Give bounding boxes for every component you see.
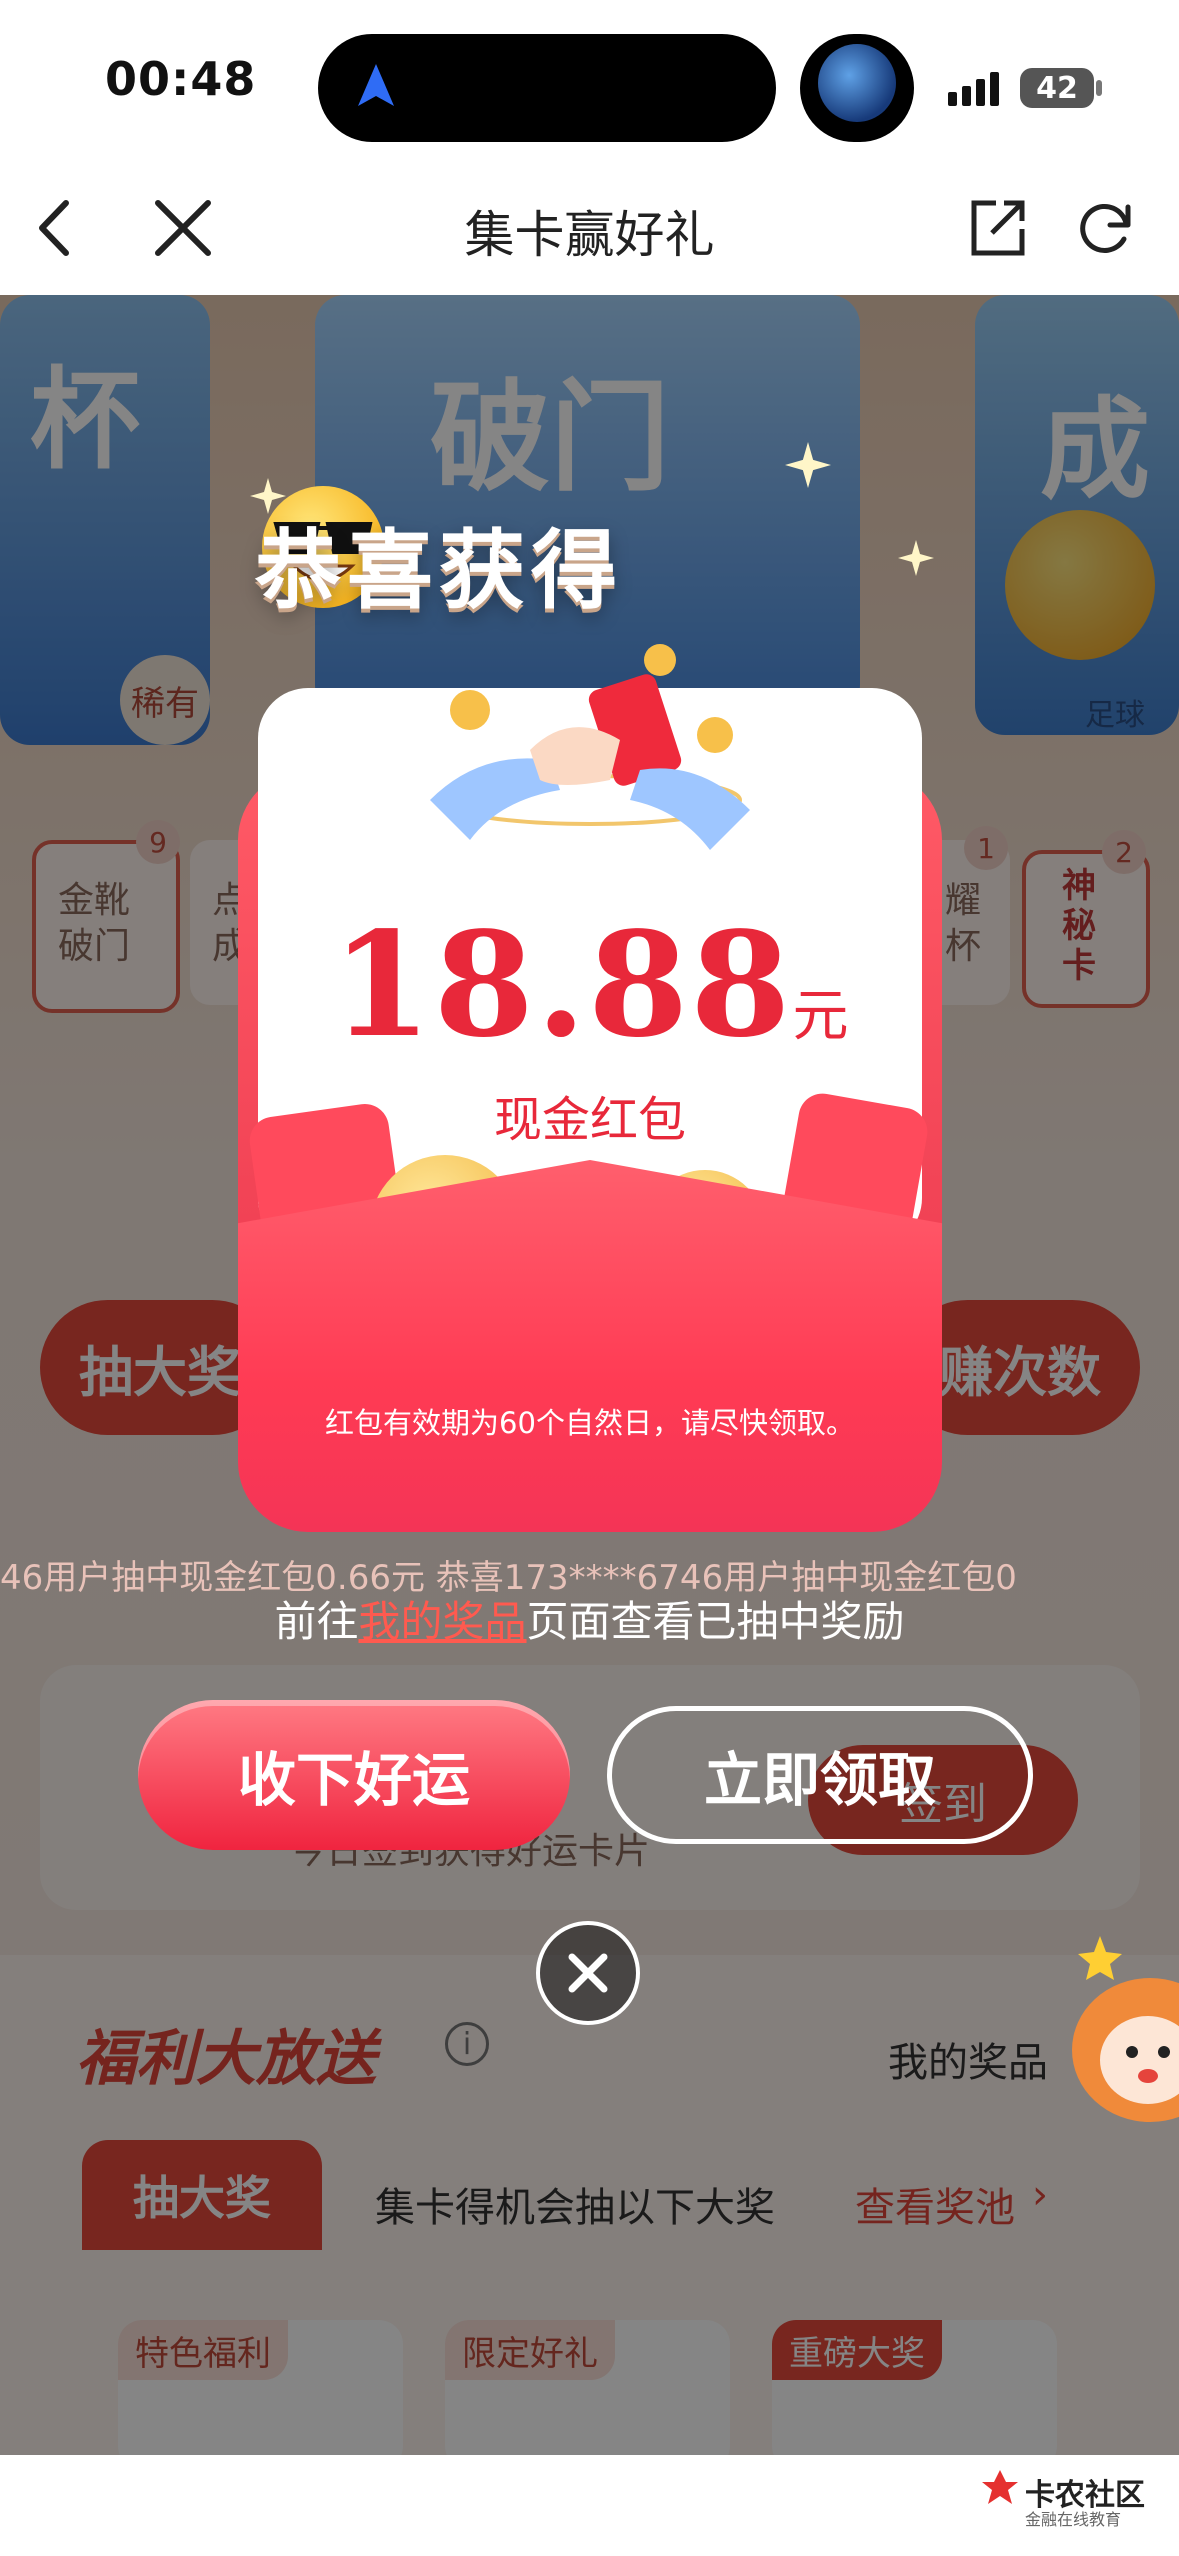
- share-icon[interactable]: [962, 193, 1032, 263]
- sparkle-icon: [785, 442, 831, 488]
- red-envelope-front: [238, 1160, 942, 1532]
- claim-now-button[interactable]: 立即领取: [607, 1706, 1033, 1844]
- validity-note: 红包有效期为60个自然日，请尽快领取。: [325, 1406, 855, 1440]
- kanong-logo-icon: [982, 2470, 1018, 2504]
- my-prizes-hint-link[interactable]: 我的奖品: [358, 1597, 526, 1646]
- sparkle-icon: [250, 478, 286, 514]
- prize-amount-row: 18.88元: [258, 900, 922, 1069]
- battery-tip: [1096, 80, 1102, 96]
- location-arrow-icon: [358, 64, 394, 106]
- battery-indicator: 42: [1020, 68, 1094, 108]
- avatar[interactable]: [818, 44, 896, 122]
- prize-amount: 18.88: [331, 900, 793, 1069]
- hint-prefix: 前往: [274, 1597, 359, 1646]
- prize-unit: 元: [792, 984, 849, 1049]
- watermark-sub: 金融在线教育: [1025, 2510, 1122, 2529]
- mascot-float-icon[interactable]: [1070, 1930, 1179, 2130]
- sparkle-icon: [898, 540, 934, 576]
- close-icon: [568, 1953, 608, 1993]
- close-popup-button[interactable]: [536, 1921, 640, 2025]
- keep-luck-button[interactable]: 收下好运: [138, 1700, 570, 1850]
- hands-red-envelope-icon: [430, 644, 750, 850]
- prize-hint: 前往我的奖品页面查看已抽中奖励: [0, 1588, 1179, 1649]
- status-time: 00:48: [105, 52, 257, 106]
- popup-title: 恭喜获得: [255, 521, 623, 621]
- refresh-icon[interactable]: [1070, 193, 1140, 263]
- hint-suffix: 页面查看已抽中奖励: [526, 1597, 905, 1646]
- signal-icon: [948, 72, 999, 106]
